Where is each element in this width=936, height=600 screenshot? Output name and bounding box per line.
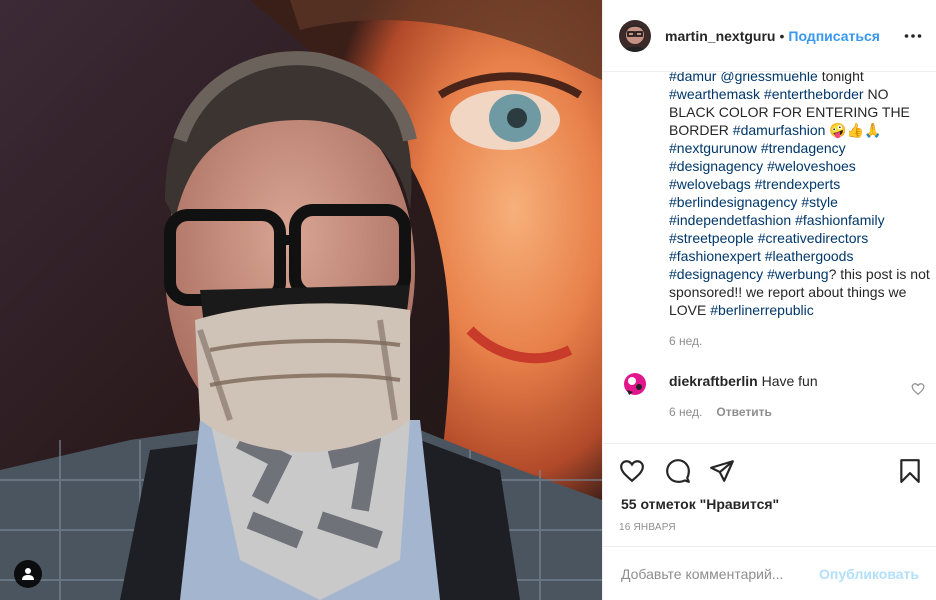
comment-input[interactable] (621, 565, 808, 582)
comment-composer: Опубликовать (603, 546, 936, 600)
comment-body: diekraftberlin Have fun (669, 372, 899, 390)
author-avatar[interactable] (619, 19, 651, 52)
comment-meta: 6 нед. Ответить (669, 405, 772, 419)
heart-icon[interactable] (619, 458, 645, 484)
follow-button[interactable]: Подписаться (788, 28, 880, 44)
post-header: martin_nextguru • Подписаться (603, 0, 936, 72)
comment-icon[interactable] (665, 458, 691, 484)
author-username[interactable]: martin_nextguru (665, 28, 775, 44)
caption-time[interactable]: 6 нед. (669, 334, 702, 348)
caption-hashtags[interactable]: #damurfashion (733, 122, 830, 138)
caption-hashtags[interactable]: #berlinerrepublic (710, 302, 814, 318)
comment-text: Have fun (757, 373, 818, 389)
post-date[interactable]: 16 ЯНВАРЯ (619, 522, 676, 533)
comment-like-heart-icon[interactable] (911, 382, 925, 396)
post-side-panel: martin_nextguru • Подписаться #damur @gr… (602, 0, 936, 600)
comment-time[interactable]: 6 нед. (669, 405, 702, 419)
reply-button[interactable]: Ответить (716, 405, 771, 419)
post-caption: #damur @griessmuehle tonight #wearthemas… (669, 72, 931, 319)
caption-hashtags[interactable]: #damur @griessmuehle (669, 72, 822, 84)
caption-text: tonight (821, 72, 864, 84)
post-image (0, 0, 602, 600)
more-options-icon[interactable] (903, 26, 923, 46)
caption-hashtags[interactable]: #nextgurunow #trendagency #designagency … (669, 140, 885, 282)
post-photo[interactable] (0, 0, 602, 600)
commenter-username[interactable]: diekraftberlin (669, 373, 758, 389)
caption-hashtags[interactable]: #wearthemask #entertheborder (669, 86, 867, 102)
user-tag-button[interactable] (14, 560, 42, 588)
paper-plane-icon[interactable] (709, 458, 735, 484)
comments-section[interactable]: #damur @griessmuehle tonight #wearthemas… (603, 72, 936, 444)
user-tag-icon (22, 568, 34, 580)
caption-text: 🤪👍🙏 (829, 122, 882, 138)
commenter-avatar[interactable] (619, 368, 651, 400)
publish-button[interactable]: Опубликовать (819, 566, 919, 582)
bookmark-icon[interactable] (897, 458, 923, 484)
header-separator: • (779, 27, 785, 44)
likes-count[interactable]: 55 отметок "Нравится" (621, 496, 779, 512)
post-actions: 55 отметок "Нравится" 16 ЯНВАРЯ (603, 444, 936, 556)
